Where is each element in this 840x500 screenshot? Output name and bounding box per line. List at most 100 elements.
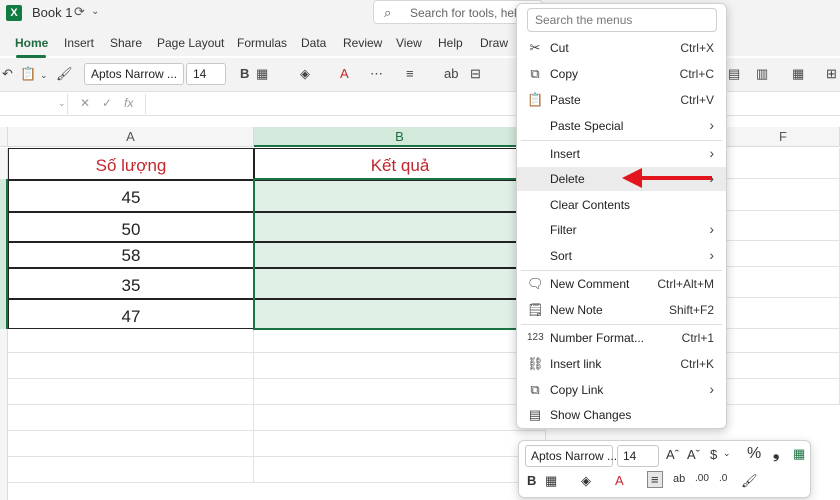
tab-data[interactable]: Data <box>301 36 326 50</box>
menu-item-new-comment[interactable]: 🗨 New Comment Ctrl+Alt+M <box>517 272 726 296</box>
align-center-icon[interactable]: ≡ <box>647 471 663 488</box>
menu-item-cut[interactable]: ✂ Cut Ctrl+X <box>517 36 726 60</box>
chevron-down-icon[interactable]: ⌄ <box>58 98 66 109</box>
cell[interactable] <box>254 431 546 457</box>
chevron-down-icon[interactable]: ⌄ <box>40 70 48 81</box>
menu-item-new-note[interactable]: 🗒 New Note Shift+F2 <box>517 298 726 322</box>
function-icon[interactable]: fx <box>124 96 133 110</box>
cell[interactable] <box>727 353 840 379</box>
tab-insert[interactable]: Insert <box>64 36 94 50</box>
decrease-font-icon[interactable]: Aˇ <box>687 447 700 462</box>
menu-item-filter[interactable]: Filter › <box>517 218 726 242</box>
increase-font-icon[interactable]: Aˆ <box>666 447 679 462</box>
decrease-decimal-icon[interactable]: .00 <box>695 473 709 484</box>
cell[interactable] <box>254 405 546 431</box>
increase-decimal-icon[interactable]: .0 <box>719 473 727 484</box>
tab-review[interactable]: Review <box>343 36 382 50</box>
wrap-text-icon[interactable]: ab <box>444 66 458 81</box>
workbook-title[interactable]: Book 1 <box>32 5 72 20</box>
row-header[interactable] <box>0 298 8 329</box>
menu-item-copy-link[interactable]: ⧉ Copy Link › <box>517 378 726 402</box>
font-color-icon[interactable]: A <box>340 66 349 81</box>
column-header-f[interactable]: F <box>727 127 840 147</box>
cell-styles-icon[interactable]: ▦ <box>792 66 804 82</box>
tab-home[interactable]: Home <box>15 36 48 50</box>
percent-button[interactable]: % <box>747 445 761 463</box>
fill-color-icon[interactable]: ◈ <box>300 66 310 82</box>
cancel-icon[interactable]: ✕ <box>80 96 90 110</box>
undo-icon[interactable]: ↶ <box>2 66 13 82</box>
cell[interactable] <box>727 379 840 405</box>
cell[interactable] <box>727 179 840 211</box>
cell[interactable] <box>8 329 254 353</box>
cell[interactable] <box>254 353 546 379</box>
merge-icon[interactable]: ⊟ <box>470 66 481 82</box>
tab-view[interactable]: View <box>396 36 422 50</box>
value-cell[interactable]: 35 <box>8 276 254 296</box>
font-color-icon[interactable]: A <box>615 473 624 488</box>
value-cell[interactable]: 58 <box>8 246 254 266</box>
font-name-select[interactable]: Aptos Narrow ... <box>84 63 184 85</box>
borders-icon[interactable]: ▦ <box>256 66 268 82</box>
fill-color-icon[interactable]: ◈ <box>581 473 591 489</box>
cell[interactable] <box>727 329 840 353</box>
tab-page-layout[interactable]: Page Layout <box>157 36 224 50</box>
row-header[interactable] <box>0 241 8 267</box>
row-header[interactable] <box>0 329 8 500</box>
cell[interactable] <box>727 267 840 298</box>
menu-item-copy[interactable]: ⧉ Copy Ctrl+C <box>517 62 726 86</box>
font-size-select[interactable]: 14 <box>186 63 226 85</box>
cell[interactable] <box>727 148 840 179</box>
cell[interactable] <box>8 353 254 379</box>
row-header[interactable] <box>0 267 8 298</box>
wrap-text-icon[interactable]: ab <box>673 473 685 485</box>
column-header-b[interactable]: B <box>254 127 546 147</box>
cell[interactable] <box>254 329 546 353</box>
menu-item-show-changes[interactable]: ▤ Show Changes <box>517 403 726 427</box>
cell[interactable] <box>727 211 840 241</box>
tab-formulas[interactable]: Formulas <box>237 36 287 50</box>
cell[interactable] <box>254 379 546 405</box>
cell[interactable] <box>8 379 254 405</box>
menu-search-input[interactable]: Search the menus <box>527 8 717 32</box>
mini-font-name-select[interactable]: Aptos Narrow ... <box>525 445 617 467</box>
chevron-down-icon[interactable]: ⌄ <box>91 6 99 17</box>
menu-item-sort[interactable]: Sort › <box>517 244 726 268</box>
format-cells-icon[interactable]: ▦ <box>793 446 805 462</box>
menu-item-insert-link[interactable]: ⛓ Insert link Ctrl+K <box>517 352 726 376</box>
menu-item-paste-special[interactable]: Paste Special › <box>517 114 726 138</box>
paste-icon[interactable]: 📋 <box>20 66 36 82</box>
header-cell-ket-qua[interactable]: Kết quả <box>254 156 546 176</box>
cell[interactable] <box>727 241 840 267</box>
mini-font-size-select[interactable]: 14 <box>617 445 659 467</box>
conditional-format-icon[interactable]: ▤ <box>728 66 740 82</box>
cell[interactable] <box>8 431 254 457</box>
chevron-down-icon[interactable]: ⌄ <box>723 448 731 459</box>
row-header[interactable] <box>0 211 8 241</box>
menu-item-paste[interactable]: 📋 Paste Ctrl+V <box>517 88 726 112</box>
cell[interactable] <box>254 457 546 483</box>
cell[interactable] <box>8 457 254 483</box>
value-cell[interactable]: 47 <box>8 307 254 327</box>
select-all-corner[interactable] <box>0 127 8 147</box>
row-header[interactable] <box>0 179 8 211</box>
format-painter-icon[interactable]: 🖌 <box>56 66 73 82</box>
borders-icon[interactable]: ▦ <box>545 473 557 489</box>
tab-share[interactable]: Share <box>110 36 142 50</box>
value-cell[interactable]: 45 <box>8 188 254 208</box>
align-icon[interactable]: ≡ <box>406 66 414 81</box>
more-icon[interactable]: ⋯ <box>370 66 383 82</box>
currency-button[interactable]: $ <box>710 447 717 462</box>
cell[interactable] <box>8 405 254 431</box>
format-table-icon[interactable]: ▥ <box>756 66 768 82</box>
column-header-a[interactable]: A <box>8 127 254 147</box>
menu-item-number-format[interactable]: 123 Number Format... Ctrl+1 <box>517 326 726 350</box>
menu-item-clear-contents[interactable]: Clear Contents <box>517 193 726 217</box>
bold-button[interactable]: B <box>240 66 249 81</box>
cell[interactable] <box>727 298 840 329</box>
value-cell[interactable]: 50 <box>8 220 254 240</box>
tab-help[interactable]: Help <box>438 36 463 50</box>
menu-item-insert[interactable]: Insert › <box>517 142 726 166</box>
header-cell-so-luong[interactable]: Số lượng <box>8 156 254 176</box>
confirm-icon[interactable]: ✓ <box>102 96 112 110</box>
